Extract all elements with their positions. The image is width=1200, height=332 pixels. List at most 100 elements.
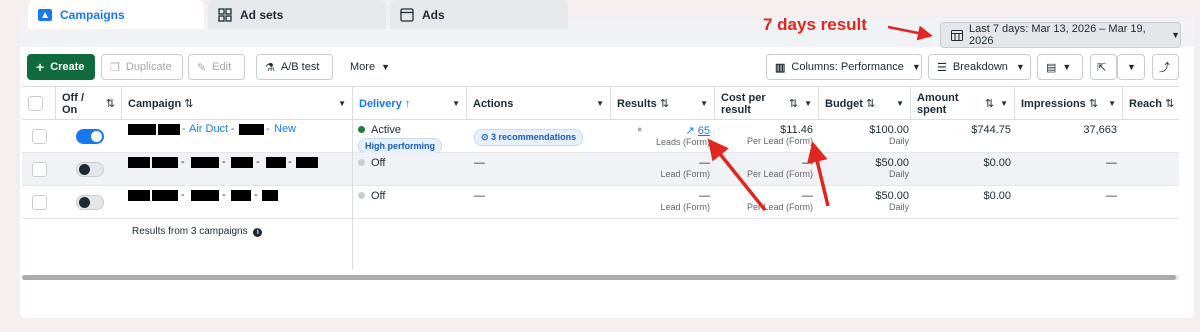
results-value[interactable]: 65 bbox=[698, 125, 710, 137]
export-button[interactable]: ⇱ bbox=[1090, 54, 1117, 80]
column-header-off-on[interactable]: Off / On ⇅ bbox=[56, 87, 122, 120]
results-type: Lead (Form) bbox=[660, 169, 710, 179]
campaign-separator: - bbox=[182, 123, 186, 135]
column-header-amount-spent[interactable]: Amount spent ⇅ ▼ bbox=[911, 87, 1015, 120]
budget-value: $50.00 bbox=[875, 190, 909, 202]
actions-cell: ⊙ 3 recommendations bbox=[474, 120, 614, 153]
campaign-toggle[interactable] bbox=[76, 162, 104, 177]
redacted-block bbox=[231, 157, 253, 168]
results-cell: — Lead (Form) bbox=[611, 153, 710, 186]
campaign-separator: - bbox=[181, 156, 185, 168]
tab-campaigns[interactable]: Campaigns bbox=[28, 0, 204, 29]
charts-button[interactable]: ⤴ bbox=[1152, 54, 1179, 80]
export-dropdown-button[interactable]: ▼ bbox=[1117, 54, 1145, 80]
status-dot bbox=[358, 126, 365, 133]
delivery-status: Active bbox=[371, 124, 401, 136]
caret-down-icon: ▼ bbox=[1000, 98, 1008, 108]
select-all-checkbox[interactable] bbox=[28, 96, 43, 111]
high-performing-badge: High performing bbox=[358, 138, 442, 154]
create-button[interactable]: + Create bbox=[27, 54, 95, 80]
results-summary: Results from 3 campaigns i bbox=[132, 226, 263, 237]
tab-ads[interactable]: Ads bbox=[390, 0, 568, 29]
edit-button[interactable]: ✎ Edit bbox=[188, 54, 245, 80]
caret-down-icon: ▼ bbox=[1062, 62, 1072, 72]
table-header: Off / On ⇅ Campaign ⇅ ▼ Delivery ↑ ▼ Act… bbox=[22, 86, 1179, 120]
sort-up-icon: ↑ bbox=[404, 97, 411, 110]
campaign-name-text[interactable]: Air Duct bbox=[189, 123, 228, 135]
table-row[interactable]: - - - - Off — — Lead (Form) — Per Lead (… bbox=[22, 153, 1179, 186]
campaign-separator: - bbox=[288, 156, 292, 168]
column-header-campaign[interactable]: Campaign ⇅ ▼ bbox=[122, 87, 353, 120]
column-header-budget[interactable]: Budget ⇅ ▼ bbox=[819, 87, 911, 120]
breakdown-label: Breakdown bbox=[952, 61, 1008, 73]
amount-spent-cell: $744.75 bbox=[911, 120, 1011, 153]
column-label: Impressions bbox=[1021, 97, 1086, 110]
campaign-separator: - bbox=[231, 123, 235, 135]
ad-icon bbox=[400, 7, 414, 22]
impressions-cell: — bbox=[1015, 186, 1117, 219]
redacted-block bbox=[128, 157, 150, 168]
tab-label: Ads bbox=[422, 7, 445, 22]
campaign-separator: - bbox=[222, 156, 226, 168]
caret-down-icon: ▼ bbox=[338, 98, 346, 108]
column-header-reach[interactable]: Reach ⇅ bbox=[1123, 87, 1179, 120]
campaign-name-cell[interactable]: - - - bbox=[128, 189, 353, 202]
delivery-status: Off bbox=[371, 190, 386, 202]
recommendation-icon: ⊙ bbox=[481, 132, 492, 142]
column-header-cost-per-result[interactable]: Cost per result ⇅ ▼ bbox=[715, 87, 819, 120]
reports-button[interactable]: ▤ ▼ bbox=[1037, 54, 1083, 80]
row-checkbox[interactable] bbox=[32, 162, 47, 177]
budget-cell: $100.00 Daily bbox=[819, 120, 909, 153]
date-range-picker[interactable]: Last 7 days: Mar 13, 2026 – Mar 19, 2026… bbox=[940, 22, 1181, 48]
row-checkbox[interactable] bbox=[32, 195, 47, 210]
impressions-cell: — bbox=[1015, 153, 1117, 186]
cost-per-result-value: — bbox=[802, 157, 813, 169]
sort-icon: ⇅ bbox=[1088, 97, 1099, 110]
column-header-results[interactable]: Results ⇅ ▼ bbox=[611, 87, 715, 120]
caret-down-icon: ▼ bbox=[911, 62, 921, 72]
columns-label: Columns: Performance bbox=[791, 61, 904, 73]
horizontal-scrollbar[interactable] bbox=[22, 275, 1179, 280]
info-icon[interactable]: i bbox=[253, 228, 263, 237]
recommendations-label: 3 recommendations bbox=[491, 132, 577, 142]
sort-icon: ⇅ bbox=[984, 97, 995, 110]
budget-cell: $50.00 Daily bbox=[819, 186, 909, 219]
duplicate-button[interactable]: ❐ Duplicate bbox=[101, 54, 183, 80]
table-row[interactable]: - - - Off — — Lead (Form) — Per Lead (Fo… bbox=[22, 186, 1179, 219]
annotation-text: 7 days result bbox=[763, 15, 867, 34]
caret-down-icon: ▼ bbox=[596, 98, 604, 108]
breakdown-button[interactable]: ☰ Breakdown ▼ bbox=[928, 54, 1031, 80]
campaign-name-cell[interactable]: - - - - bbox=[128, 156, 353, 169]
amount-spent-value: $0.00 bbox=[983, 190, 1011, 202]
row-checkbox[interactable] bbox=[32, 129, 47, 144]
campaign-toggle[interactable] bbox=[76, 129, 104, 144]
column-header-delivery[interactable]: Delivery ↑ ▼ bbox=[353, 87, 467, 120]
table-row[interactable]: - Air Duct - - New Active High performin… bbox=[22, 120, 1179, 154]
column-label: Results bbox=[617, 97, 657, 110]
campaign-toggle[interactable] bbox=[76, 195, 104, 210]
caret-down-icon: ▼ bbox=[381, 62, 390, 72]
tab-ad-sets[interactable]: Ad sets bbox=[208, 0, 386, 29]
recommendations-badge[interactable]: ⊙ 3 recommendations bbox=[474, 129, 584, 146]
column-header-actions[interactable]: Actions ▼ bbox=[467, 87, 611, 120]
delivery-cell: Active High performing bbox=[358, 120, 466, 154]
duplicate-icon: ❐ bbox=[110, 61, 120, 74]
redacted-block bbox=[128, 124, 156, 135]
column-header-impressions[interactable]: Impressions ⇅ ▼ bbox=[1015, 87, 1123, 120]
more-button[interactable]: More ▼ bbox=[342, 54, 398, 80]
ab-test-label: A/B test bbox=[280, 61, 320, 73]
columns-button[interactable]: ▥ Columns: Performance ▼ bbox=[766, 54, 922, 80]
export-icon: ⇱ bbox=[1097, 61, 1107, 74]
cost-per-result-value: $11.46 bbox=[780, 124, 813, 136]
sort-icon: ⇅ bbox=[184, 97, 194, 110]
ab-test-button[interactable]: ⚗ A/B test bbox=[256, 54, 333, 80]
tab-label: Campaigns bbox=[60, 7, 125, 22]
column-label: Off / On bbox=[62, 91, 84, 116]
folder-icon bbox=[38, 8, 52, 22]
plus-icon: + bbox=[36, 59, 45, 75]
campaign-name-cell[interactable]: - Air Duct - - New bbox=[128, 123, 353, 136]
delivery-cell: Off bbox=[358, 153, 466, 186]
scrollbar-thumb[interactable] bbox=[22, 275, 1176, 280]
campaign-name-suffix[interactable]: New bbox=[274, 123, 296, 135]
delivery-status: Off bbox=[371, 157, 386, 169]
